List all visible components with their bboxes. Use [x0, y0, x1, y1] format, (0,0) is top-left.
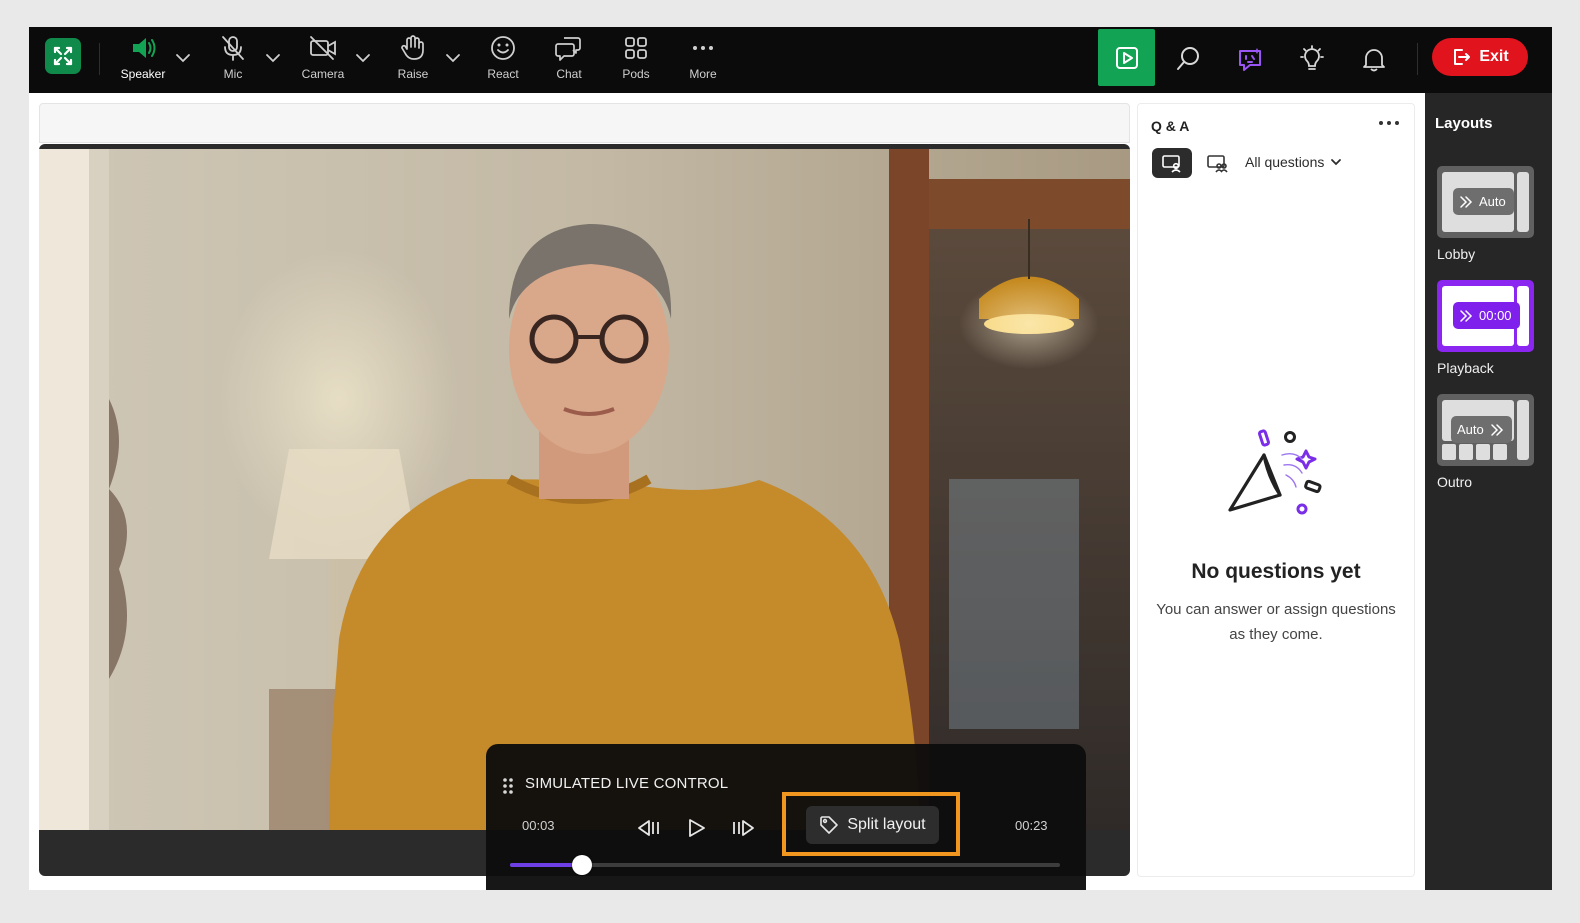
mic-button[interactable]: Mic — [201, 33, 265, 89]
speaker-chevron-down-icon[interactable] — [174, 49, 192, 67]
rewind-icon — [638, 820, 659, 836]
qa-tab-host-view[interactable] — [1152, 148, 1192, 178]
speaker-icon — [133, 38, 156, 58]
exit-icon — [1454, 49, 1471, 65]
smiley-icon — [491, 36, 515, 60]
pods-label: Pods — [622, 67, 650, 81]
layout-label-lobby: Lobby — [1437, 246, 1476, 262]
speaker-label: Speaker — [120, 67, 166, 81]
layout-pill-label: Auto — [1457, 422, 1484, 437]
qa-pod: Q & A All questions No questions yet You… — [1137, 103, 1415, 877]
simulated-live-control: SIMULATED LIVE CONTROL 00:03 Split layou… — [486, 744, 1086, 890]
more-label: More — [689, 67, 717, 81]
chat-icon — [555, 37, 581, 61]
pods-button[interactable]: Pods — [604, 33, 668, 89]
camera-label: Camera — [301, 67, 345, 81]
layout-thumbnail-cells — [1442, 444, 1507, 460]
chat-button[interactable]: Chat — [537, 33, 601, 89]
playback-scrubber[interactable] — [510, 855, 1060, 875]
video-player[interactable] — [39, 149, 1130, 830]
split-layout-label: Split layout — [847, 816, 926, 833]
current-time: 00:03 — [522, 818, 555, 833]
double-chevron-right-icon — [1460, 195, 1473, 208]
camera-chevron-down-icon[interactable] — [354, 49, 372, 67]
qa-title: Q & A — [1151, 118, 1190, 134]
mic-chevron-down-icon[interactable] — [264, 49, 282, 67]
camera-button[interactable]: Camera — [291, 33, 355, 89]
more-button[interactable]: More — [671, 33, 735, 89]
layouts-rail: Layouts Auto Lobby 00:00 Playback Auto O… — [1425, 93, 1552, 890]
camera-off-icon — [310, 36, 336, 60]
pods-grid-icon — [625, 37, 647, 59]
qa-chat-icon — [1239, 48, 1261, 71]
layout-label-outro: Outro — [1437, 474, 1473, 490]
raise-chevron-down-icon[interactable] — [444, 49, 462, 67]
search-icon — [1177, 47, 1199, 70]
presenter-video-image — [39, 149, 1130, 830]
screen-person-icon — [1162, 155, 1181, 173]
double-chevron-right-icon — [1460, 309, 1473, 322]
app-logo-icon — [45, 38, 81, 74]
layout-thumbnail-sidebar — [1517, 172, 1529, 232]
raise-hand-button[interactable]: Raise — [381, 33, 445, 89]
raise-label: Raise — [397, 67, 429, 81]
split-layout-button[interactable]: Split layout — [806, 806, 939, 844]
qa-more-options-icon[interactable] — [1378, 118, 1400, 128]
fast-forward-icon — [733, 820, 754, 836]
rewind-button[interactable] — [634, 813, 664, 843]
layout-label-playback: Playback — [1437, 360, 1494, 376]
layout-pill: Auto — [1451, 416, 1512, 443]
notifications-button[interactable] — [1352, 37, 1396, 81]
layouts-title: Layouts — [1435, 115, 1493, 132]
layout-pill-label: 00:00 — [1479, 308, 1512, 323]
mic-off-icon — [222, 36, 244, 61]
party-popper-illustration-icon — [1228, 429, 1322, 515]
scrubber-thumb[interactable] — [571, 855, 592, 875]
engagement-button[interactable] — [1290, 37, 1334, 81]
play-mode-button[interactable] — [1098, 29, 1155, 86]
total-time: 00:23 — [1015, 818, 1048, 833]
lightbulb-icon — [1300, 45, 1324, 70]
chat-label: Chat — [556, 67, 582, 81]
chevron-down-icon — [1331, 159, 1342, 166]
play-button[interactable] — [681, 813, 711, 843]
stage-header-bar — [39, 103, 1130, 143]
double-chevron-right-icon — [1491, 423, 1503, 436]
qa-empty-title: No questions yet — [1191, 560, 1361, 583]
play-square-icon — [1115, 46, 1138, 69]
qa-filter-dropdown[interactable]: All questions — [1245, 154, 1342, 170]
drag-handle-icon[interactable] — [502, 777, 514, 795]
layout-card-lobby[interactable]: Auto — [1437, 166, 1534, 238]
layout-pill: 00:00 — [1453, 302, 1520, 329]
qa-filter-label: All questions — [1245, 154, 1325, 170]
more-dots-icon — [693, 46, 713, 50]
layout-pill-label: Auto — [1479, 194, 1506, 209]
screen-people-icon — [1207, 155, 1228, 173]
top-toolbar: Speaker Mic Camera Raise React Chat Pods… — [29, 27, 1552, 93]
tag-icon — [820, 816, 839, 834]
live-control-title: SIMULATED LIVE CONTROL — [525, 775, 729, 792]
search-button[interactable] — [1166, 37, 1210, 81]
toolbar-divider — [99, 43, 100, 75]
react-label: React — [487, 67, 519, 81]
mic-label: Mic — [223, 67, 243, 81]
qa-tab-audience-view[interactable] — [1202, 148, 1232, 178]
fast-forward-button[interactable] — [728, 813, 758, 843]
raise-hand-icon — [401, 35, 424, 60]
qa-panel-button[interactable] — [1228, 37, 1272, 81]
layout-thumbnail-sidebar — [1517, 400, 1529, 460]
bell-icon — [1363, 49, 1385, 72]
layout-card-outro[interactable]: Auto — [1437, 394, 1534, 466]
app-window: Speaker Mic Camera Raise React Chat Pods… — [29, 27, 1552, 890]
toolbar-divider — [1417, 43, 1418, 75]
exit-label: Exit — [1479, 48, 1509, 65]
qa-empty-description: You can answer or assign questions as th… — [1156, 601, 1396, 643]
speaker-button[interactable]: Speaker — [111, 33, 175, 89]
layout-pill: Auto — [1453, 188, 1514, 215]
scrubber-progress — [510, 863, 582, 867]
react-button[interactable]: React — [471, 33, 535, 89]
exit-button[interactable]: Exit — [1432, 38, 1528, 76]
play-icon — [689, 819, 705, 837]
layout-card-playback[interactable]: 00:00 — [1437, 280, 1534, 352]
